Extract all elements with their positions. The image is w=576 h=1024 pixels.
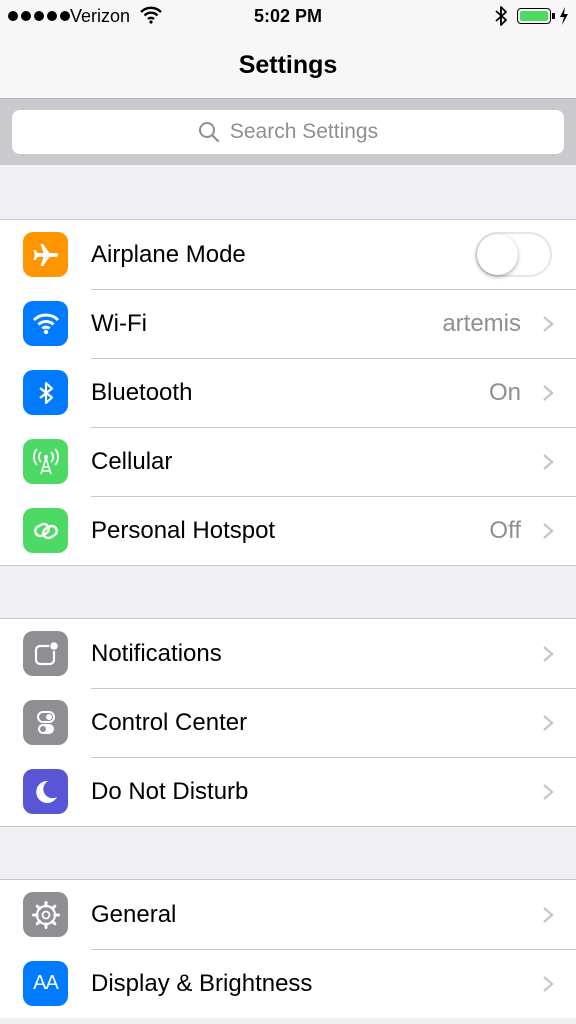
navigation-bar: Settings	[0, 32, 576, 99]
settings-row-value: Off	[489, 517, 521, 544]
settings-row-label: Do Not Disturb	[91, 778, 249, 805]
settings-row-general[interactable]: General	[0, 880, 576, 949]
airplane-mode-toggle[interactable]	[475, 232, 552, 277]
settings-row-label: Control Center	[91, 709, 248, 736]
settings-row-label: General	[91, 901, 177, 928]
control-center-icon	[23, 700, 68, 745]
status-bar: Verizon 5:02 PM	[0, 0, 576, 32]
chevron-right-icon	[543, 316, 554, 332]
chevron-right-icon	[543, 715, 554, 731]
settings-row-cellular[interactable]: Cellular	[0, 427, 576, 496]
chevron-right-icon	[543, 385, 554, 401]
settings-row-label: Airplane Mode	[91, 241, 246, 268]
settings-row-label: Bluetooth	[91, 379, 193, 406]
settings-group-general: General AA Display & Brightness	[0, 879, 576, 1018]
settings-row-airplane-mode[interactable]: Airplane Mode	[0, 220, 576, 289]
charging-bolt-icon	[560, 7, 568, 25]
bluetooth-status-icon	[495, 6, 507, 26]
search-input[interactable]: Search Settings	[12, 110, 564, 154]
chevron-right-icon	[543, 907, 554, 923]
chevron-right-icon	[543, 454, 554, 470]
gear-icon	[23, 892, 68, 937]
settings-row-label: Personal Hotspot	[91, 517, 276, 544]
settings-row-notifications[interactable]: Notifications	[0, 619, 576, 688]
page-title: Settings	[238, 51, 338, 79]
chevron-right-icon	[543, 523, 554, 539]
settings-row-personal-hotspot[interactable]: Personal Hotspot Off	[0, 496, 576, 565]
status-time: 5:02 PM	[253, 6, 323, 26]
search-placeholder: Search Settings	[229, 120, 379, 143]
settings-group-connectivity: Airplane Mode Wi-Fi artemis Bluetooth On	[0, 219, 576, 566]
wifi-icon	[23, 301, 68, 346]
battery-level	[520, 11, 548, 21]
bluetooth-icon	[23, 370, 68, 415]
cellular-antenna-icon	[23, 439, 68, 484]
battery-icon	[517, 8, 551, 24]
settings-row-value: On	[488, 379, 521, 406]
settings-row-value: artemis	[442, 310, 521, 337]
settings-row-control-center[interactable]: Control Center	[0, 688, 576, 757]
search-icon	[198, 122, 219, 143]
settings-row-wifi[interactable]: Wi-Fi artemis	[0, 289, 576, 358]
chevron-right-icon	[543, 784, 554, 800]
search-area: Search Settings	[0, 99, 576, 165]
chevron-right-icon	[543, 976, 554, 992]
settings-row-do-not-disturb[interactable]: Do Not Disturb	[0, 757, 576, 826]
toggle-knob	[477, 234, 518, 275]
battery-cap	[552, 13, 555, 19]
settings-row-label: Display & Brightness	[91, 970, 313, 997]
moon-icon	[23, 769, 68, 814]
chevron-right-icon	[543, 646, 554, 662]
display-aa-icon-text: AA	[33, 972, 59, 994]
settings-row-bluetooth[interactable]: Bluetooth On	[0, 358, 576, 427]
settings-group-notifications: Notifications Control Center Do Not Dist…	[0, 618, 576, 827]
notifications-icon	[23, 631, 68, 676]
hotspot-link-icon	[23, 508, 68, 553]
airplane-icon	[23, 232, 68, 277]
settings-row-label: Wi-Fi	[91, 310, 147, 337]
display-aa-icon: AA	[23, 961, 68, 1006]
settings-row-label: Notifications	[91, 640, 222, 667]
settings-row-display-brightness[interactable]: AA Display & Brightness	[0, 949, 576, 1018]
settings-row-label: Cellular	[91, 448, 173, 475]
